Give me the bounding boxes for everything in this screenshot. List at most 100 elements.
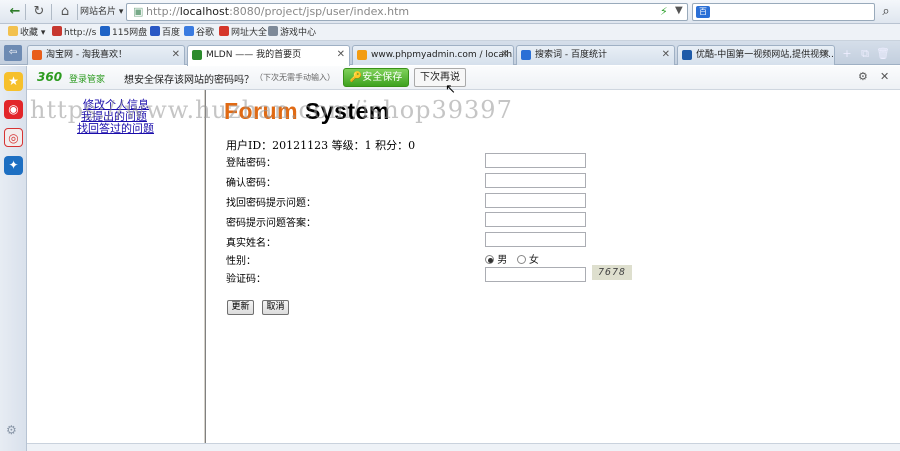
lightning-icon[interactable]: ⚡ [660, 5, 668, 18]
favorite-item[interactable]: http://s [52, 26, 96, 39]
separator [25, 4, 26, 20]
tab-youku[interactable]: 优酷-中国第一视频网站,提供视频... ✕ [677, 45, 835, 65]
tab-title: 优酷-中国第一视频网站,提供视频... [696, 50, 835, 60]
search-engine-icon[interactable]: 百 [696, 6, 710, 18]
star-icon [8, 26, 18, 36]
address-bar[interactable]: ▣ http://localhost:8080/project/jsp/user… [126, 3, 688, 21]
refresh-icon[interactable]: ↻ [29, 3, 49, 21]
tab-baidu-tongji[interactable]: 搜索词 - 百度统计 ✕ [516, 45, 675, 65]
secure-save-label: 安全保存 [362, 72, 403, 83]
url-host: localhost [179, 5, 230, 18]
favorite-item[interactable]: 百度 [150, 26, 180, 39]
tab-favicon-icon [192, 50, 202, 60]
favorite-label: 百度 [162, 28, 181, 38]
favorite-label: 谷歌 [196, 28, 215, 38]
page-icon: ▣ [133, 5, 144, 18]
close-icon[interactable]: ✕ [172, 46, 180, 64]
captcha-field[interactable] [485, 267, 586, 282]
real-name-label: 真实姓名： [226, 238, 276, 249]
confirm-password-label: 确认密码： [226, 178, 276, 189]
close-icon[interactable]: ✕ [337, 46, 345, 64]
page-title: Forum System [224, 98, 390, 125]
captcha-label: 验证码： [226, 274, 266, 285]
flag-icon [219, 26, 229, 36]
favorite-label: http://s [64, 28, 97, 38]
tab-bar: ⇦ 淘宝网 - 淘我喜欢！ ✕ MLDN —— 我的首要页 ✕ www.phpmya… [0, 41, 900, 66]
gender-female-radio[interactable] [516, 255, 526, 264]
navigation-bar: ← ↻ ⌂ 网站名片 ▾ ▣ http://localhost:8080/pro… [0, 0, 900, 24]
trash-icon[interactable]: 🗑 [876, 47, 890, 60]
gender-male-label: 男 [497, 255, 508, 266]
tab-favicon-icon [521, 50, 531, 60]
password-save-bar: 360 登录管家 想安全保存该网站的密码吗？ （下次无需手动输入） 🔑安全保存 … [27, 66, 900, 90]
user-info: 用户ID：20121123 等级：1 积分：0 [226, 139, 416, 152]
sidebar-strip: ★ ◉ ◎ ✦ ⚙ [0, 66, 27, 451]
favorite-label: 收藏 [20, 28, 39, 38]
favorite-label: 115网盘 [112, 28, 148, 38]
tab-favicon-icon [682, 50, 692, 60]
search-icon[interactable]: ⌕ [877, 4, 895, 20]
save-password-hint: （下次无需手动输入） [255, 73, 335, 82]
target-icon[interactable]: ◎ [4, 128, 23, 147]
favorite-label: 网址大全 [231, 28, 268, 38]
gender-label: 性别： [226, 256, 256, 267]
secure-save-button[interactable]: 🔑安全保存 [343, 68, 409, 87]
menu-link-answered-questions[interactable]: 找回答过的问题 [77, 120, 154, 136]
cancel-button[interactable]: 取消 [262, 300, 289, 315]
gear-icon[interactable]: ⚙ [858, 70, 868, 83]
weibo-icon[interactable]: ◉ [4, 100, 23, 119]
gear-icon[interactable]: ⚙ [6, 423, 17, 437]
star-icon[interactable]: ★ [4, 72, 23, 91]
restore-window-icon[interactable]: ⧉ [858, 47, 872, 60]
main-frame: Forum System 用户ID：20121123 等级：1 积分：0 登陆密… [206, 90, 900, 451]
search-input[interactable]: 百 [692, 3, 875, 21]
back-arrow-icon[interactable]: ⇦ [4, 45, 22, 61]
password-field[interactable] [485, 153, 586, 168]
gender-radio-group: 男 女 [485, 251, 539, 266]
back-arrow-icon[interactable]: ← [5, 3, 25, 21]
separator [51, 4, 52, 20]
later-button[interactable]: 下次再说 [414, 68, 466, 87]
real-name-field[interactable] [485, 232, 586, 247]
tab-title: MLDN —— 我的首要页 [206, 50, 302, 60]
favorite-item[interactable]: 谷歌 [184, 26, 214, 39]
hint-answer-field[interactable] [485, 212, 586, 227]
gamepad-icon [268, 26, 278, 36]
title-system: System [298, 98, 390, 124]
favorite-item[interactable]: 网址大全 [219, 26, 267, 39]
favorite-label: 游戏中心 [280, 28, 317, 38]
home-icon[interactable]: ⌂ [55, 3, 75, 21]
favorites-menu[interactable]: 收藏 ▾ [8, 26, 45, 39]
mouse-cursor-icon: ↖ [445, 82, 456, 97]
site-cards-button[interactable]: 网站名片 ▾ [80, 5, 123, 19]
favorite-item[interactable]: 游戏中心 [268, 26, 316, 39]
confirm-password-field[interactable] [485, 173, 586, 188]
save-password-question: 想安全保存该网站的密码吗？ [124, 75, 254, 86]
tab-mldn[interactable]: MLDN —— 我的首要页 ✕ [187, 45, 350, 66]
close-icon[interactable]: ✕ [822, 46, 830, 64]
gender-male-radio[interactable] [485, 255, 494, 264]
hint-question-field[interactable] [485, 193, 586, 208]
url-prefix: http:// [146, 5, 180, 18]
password-label: 登陆密码： [226, 158, 276, 169]
chevron-down-icon[interactable]: ▼ [675, 5, 683, 16]
url-path: :8080/project/jsp/user/index.htm [229, 5, 410, 18]
close-icon[interactable]: ✕ [880, 70, 889, 83]
tab-taobao[interactable]: 淘宝网 - 淘我喜欢！ ✕ [27, 45, 185, 65]
key-icon: 🔑 [349, 72, 363, 83]
page-icon [52, 26, 62, 36]
app-icon[interactable]: ✦ [4, 156, 23, 175]
update-button[interactable]: 更新 [227, 300, 254, 315]
cloud-icon [100, 26, 110, 36]
favorites-bar: 收藏 ▾ http://s 115网盘 百度 谷歌 网址大全 游戏中心 [0, 24, 900, 41]
title-forum: Forum [224, 98, 299, 124]
favorite-item[interactable]: 115网盘 [100, 26, 147, 39]
tab-favicon-icon [32, 50, 42, 60]
new-tab-icon[interactable]: + [840, 47, 854, 60]
hint-answer-label: 密码提示问题答案： [226, 218, 316, 229]
close-icon[interactable]: ✕ [501, 46, 509, 64]
close-icon[interactable]: ✕ [662, 46, 670, 64]
paw-icon [150, 26, 160, 36]
google-icon [184, 26, 194, 36]
tab-phpmyadmin[interactable]: www.phpmyadmin.com / localh... ✕ [352, 45, 514, 65]
